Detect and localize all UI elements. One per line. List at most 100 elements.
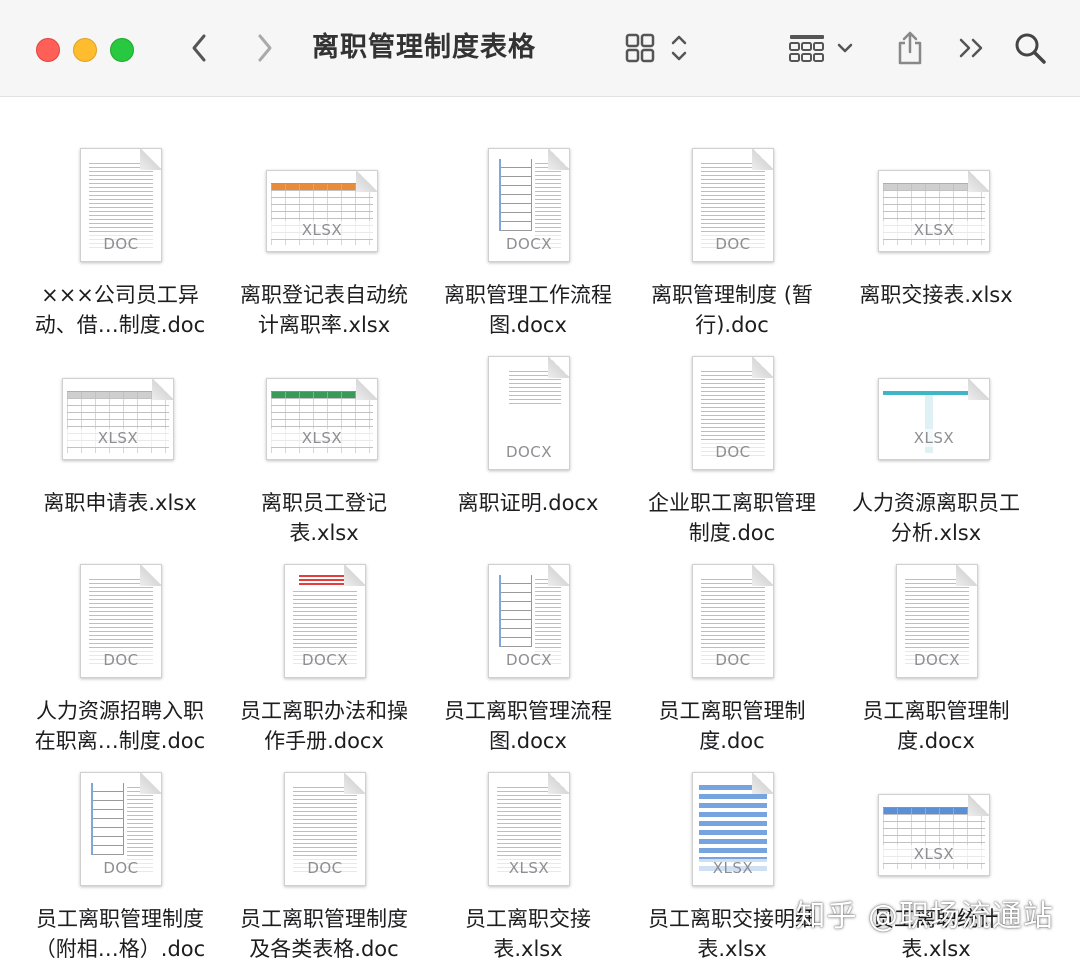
file-thumbnail: XLSX	[20, 330, 220, 480]
file-name-line-2: （附相…格）.doc	[34, 937, 206, 961]
file-item[interactable]: DOCX 员工离职管理制 度.docx	[836, 538, 1036, 753]
document-page-icon: DOCX	[284, 564, 366, 678]
file-type-badge: XLSX	[267, 429, 377, 447]
file-thumbnail: XLSX	[836, 330, 1036, 480]
file-name-line-2: 表.xlsx	[901, 937, 971, 961]
page-fold-corner	[548, 149, 569, 170]
file-name-line-1: 离职员工登记	[261, 491, 387, 515]
file-thumbnail: XLSX	[224, 330, 424, 480]
file-type-badge: XLSX	[879, 221, 989, 239]
group-by-button[interactable]	[786, 28, 858, 68]
file-item[interactable]: DOC 员工离职管理制 度.doc	[632, 538, 832, 753]
search-icon	[1015, 33, 1046, 64]
forward-button[interactable]	[250, 28, 280, 68]
page-fold-corner	[956, 565, 977, 586]
file-item[interactable]: XLSX 人力资源离职员工 分析.xlsx	[836, 330, 1036, 545]
file-name-line-2: 表.xlsx	[697, 937, 767, 961]
page-fold-corner	[752, 149, 773, 170]
file-icon-grid: DOC ×××公司员工异 动、借…制度.doc XLSX 离职登记表自动统 计离职率.xl…	[0, 96, 1080, 961]
spreadsheet-page-icon: XLSX	[62, 378, 174, 460]
file-thumbnail: XLSX	[836, 746, 1036, 896]
more-toolbar-button[interactable]	[954, 28, 990, 68]
spreadsheet-page-icon: XLSX	[266, 378, 378, 460]
file-type-badge: XLSX	[267, 221, 377, 239]
file-type-badge: XLSX	[489, 859, 569, 877]
file-name-line-1: ×××公司员工异	[41, 283, 199, 307]
page-fold-corner	[752, 357, 773, 378]
share-button[interactable]	[892, 28, 928, 68]
group-by-icon	[789, 35, 853, 62]
file-item[interactable]: DOC 离职管理制度 (暂 行).doc	[632, 122, 832, 337]
page-fold-corner	[152, 379, 173, 400]
file-name-line-1: 离职管理工作流程	[444, 283, 612, 307]
file-item[interactable]: XLSX 离职申请表.xlsx	[20, 330, 220, 530]
document-page-icon: DOCX	[488, 356, 570, 470]
file-thumbnail: DOCX	[428, 330, 628, 480]
page-fold-corner	[344, 565, 365, 586]
file-item[interactable]: DOC 人力资源招聘入职 在职离…制度.doc	[20, 538, 220, 753]
document-page-icon: DOC	[80, 772, 162, 886]
document-page-icon: DOC	[692, 356, 774, 470]
file-type-badge: DOCX	[897, 651, 977, 669]
file-thumbnail: DOCX	[428, 538, 628, 688]
file-name-label: 离职交接表.xlsx	[828, 280, 1044, 310]
file-item[interactable]: XLSX 员工离职交接 表.xlsx	[428, 746, 628, 961]
file-item[interactable]: DOCX 员工离职管理流程 图.docx	[428, 538, 628, 753]
file-type-badge: DOC	[693, 235, 773, 253]
back-button[interactable]	[184, 28, 214, 68]
spreadsheet-page-icon: XLSX	[878, 794, 990, 876]
close-window-button[interactable]	[36, 38, 60, 62]
page-fold-corner	[968, 795, 989, 816]
search-button[interactable]	[1010, 28, 1050, 68]
file-type-badge: DOC	[81, 859, 161, 877]
file-item[interactable]: DOC 员工离职管理制度 及各类表格.doc	[224, 746, 424, 961]
page-fold-corner	[548, 565, 569, 586]
chevron-right-icon	[258, 34, 272, 62]
file-item[interactable]: DOCX 离职证明.docx	[428, 330, 628, 530]
page-fold-corner	[356, 379, 377, 400]
file-name-line-1: 人力资源离职员工	[852, 491, 1020, 515]
file-name-line-1: 企业职工离职管理	[648, 491, 816, 515]
file-item[interactable]: XLSX 离职登记表自动统 计离职率.xlsx	[224, 122, 424, 337]
file-thumbnail: XLSX	[428, 746, 628, 896]
file-name-line-1: 离职交接表.xlsx	[859, 283, 1013, 307]
document-page-icon: DOCX	[488, 148, 570, 262]
file-item[interactable]: DOCX 离职管理工作流程 图.docx	[428, 122, 628, 337]
file-name-label: 员工离职交接 表.xlsx	[420, 904, 636, 964]
page-fold-corner	[548, 773, 569, 794]
file-name-line-1: 离职登记表自动统	[240, 283, 408, 307]
window-title: 离职管理制度表格	[312, 32, 536, 63]
file-name-line-1: 员工离职管理制度	[36, 907, 204, 931]
minimize-window-button[interactable]	[73, 38, 97, 62]
file-type-badge: DOCX	[489, 651, 569, 669]
file-thumbnail: DOCX	[224, 538, 424, 688]
file-name-line-1: 员工离职管理流程	[444, 699, 612, 723]
zoom-window-button[interactable]	[110, 38, 134, 62]
file-item[interactable]: DOC 企业职工离职管理 制度.doc	[632, 330, 832, 545]
file-item[interactable]: DOC 员工离职管理制度 （附相…格）.doc	[20, 746, 220, 961]
file-thumbnail: DOC	[20, 122, 220, 272]
file-type-badge: DOC	[693, 651, 773, 669]
file-thumbnail: DOCX	[428, 122, 628, 272]
spreadsheet-page-icon: XLSX	[878, 170, 990, 252]
page-fold-corner	[140, 773, 161, 794]
file-item[interactable]: XLSX 离职员工登记 表.xlsx	[224, 330, 424, 545]
file-item[interactable]: XLSX 离职交接表.xlsx	[836, 122, 1036, 322]
file-thumbnail: DOCX	[836, 538, 1036, 688]
finder-toolbar: 离职管理制度表格	[0, 0, 1080, 97]
file-name-line-1: 员工离职办法和操	[240, 699, 408, 723]
file-type-badge: DOC	[81, 235, 161, 253]
file-name-label: 离职证明.docx	[420, 488, 636, 518]
view-mode-button[interactable]	[622, 28, 694, 68]
file-name-line-1: 员工离职管理制	[862, 699, 1010, 723]
document-page-icon: DOC	[692, 564, 774, 678]
document-page-icon: DOC	[284, 772, 366, 886]
document-page-icon: DOCX	[488, 564, 570, 678]
file-item[interactable]: DOCX 员工离职办法和操 作手册.docx	[224, 538, 424, 753]
file-thumbnail: DOC	[224, 746, 424, 896]
document-page-icon: XLSX	[692, 772, 774, 886]
file-thumbnail: DOC	[632, 330, 832, 480]
spreadsheet-page-icon: XLSX	[878, 378, 990, 460]
file-name-line-1: 人力资源招聘入职	[36, 699, 204, 723]
file-item[interactable]: DOC ×××公司员工异 动、借…制度.doc	[20, 122, 220, 337]
